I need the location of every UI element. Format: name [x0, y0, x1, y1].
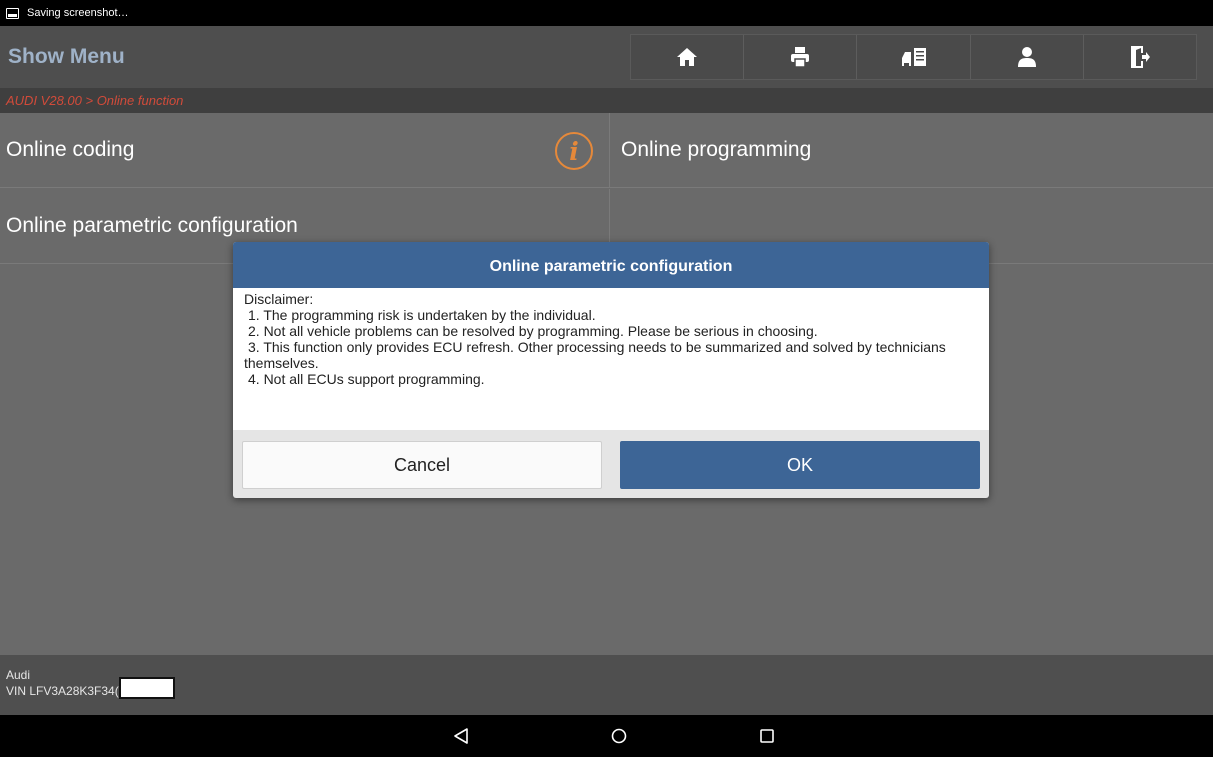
print-button[interactable]: [744, 35, 858, 79]
disclaimer-line: 4. Not all ECUs support programming.: [248, 371, 485, 387]
home-button[interactable]: [631, 35, 745, 79]
vehicle-vin: VIN LFV3A28K3F34(: [6, 683, 119, 698]
menu-item-label: Online programming: [621, 138, 812, 161]
home-icon: [677, 48, 698, 66]
dialog-title: Online parametric configuration: [233, 242, 989, 288]
recents-button[interactable]: [752, 723, 782, 749]
exit-button[interactable]: [1084, 35, 1196, 79]
disclaimer-line: 1. The programming risk is undertaken by…: [248, 307, 596, 323]
menu-item-online-programming[interactable]: Online programming: [610, 113, 1213, 188]
vehicle-make: Audi: [6, 668, 31, 682]
breadcrumb: AUDI V28.00 > Online function: [0, 88, 1213, 113]
show-menu-button[interactable]: Show Menu: [8, 26, 125, 88]
cancel-button[interactable]: Cancel: [242, 441, 602, 489]
user-icon: [1017, 47, 1036, 67]
status-bar: Saving screenshot…: [0, 0, 1213, 26]
disclaimer-line: 3. This function only provides ECU refre…: [244, 339, 946, 371]
info-icon[interactable]: i: [555, 132, 593, 170]
disclaimer-line: 2. Not all vehicle problems can be resol…: [248, 323, 818, 339]
menu-item-label: Online coding: [6, 138, 135, 161]
vehicle-info: Audi VIN LFV3A28K3F34(: [0, 655, 1213, 715]
menu-item-label: Online parametric configuration: [6, 214, 298, 237]
android-nav-bar: [0, 715, 1213, 757]
disclaimer-dialog: Online parametric configuration Disclaim…: [233, 242, 989, 498]
home-nav-button[interactable]: [604, 723, 634, 749]
top-bar: Show Menu: [0, 26, 1213, 88]
car-report-icon: [901, 48, 926, 66]
exit-icon: [1130, 46, 1150, 68]
vin-redaction-box: [118, 677, 175, 699]
menu-item-online-coding[interactable]: Online coding i: [0, 113, 610, 188]
ok-button[interactable]: OK: [620, 441, 980, 489]
status-notification: Saving screenshot…: [27, 7, 129, 19]
dialog-actions: Cancel OK: [233, 430, 989, 498]
circle-home-icon: [611, 728, 627, 744]
print-icon: [791, 47, 810, 68]
toolbar: [630, 34, 1197, 80]
car-report-button[interactable]: [857, 35, 971, 79]
screenshot-icon: [6, 7, 19, 19]
back-button[interactable]: [446, 723, 476, 749]
user-button[interactable]: [971, 35, 1084, 79]
dialog-body: Disclaimer: 1. The programming risk is u…: [233, 288, 989, 430]
disclaimer-heading: Disclaimer:: [244, 291, 314, 307]
square-recents-icon: [760, 729, 774, 743]
back-icon: [454, 728, 468, 744]
